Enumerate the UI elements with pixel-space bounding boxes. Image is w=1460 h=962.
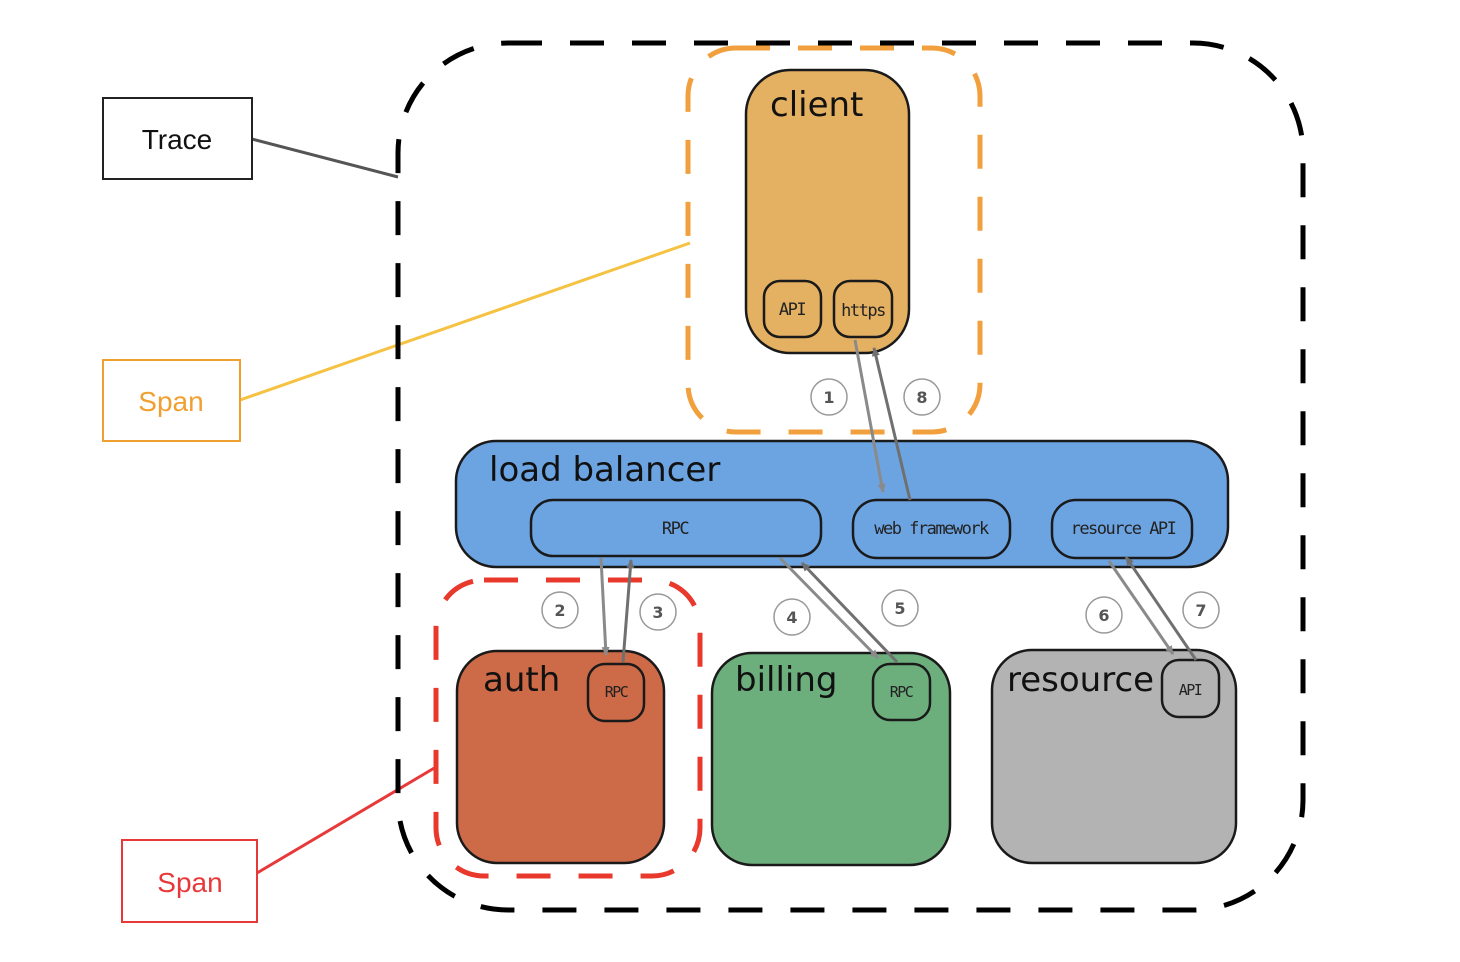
svg-text:4: 4 — [786, 608, 797, 627]
trace-connector-line — [251, 137, 399, 179]
lb-web-framework-label: web framework — [874, 519, 989, 539]
step-badge-8: 8 — [903, 378, 941, 416]
auth-span-connector-line — [256, 765, 437, 875]
svg-text:6: 6 — [1098, 606, 1109, 625]
step-badge-7: 7 — [1182, 591, 1220, 629]
client-service[interactable]: client API https — [744, 68, 911, 355]
client-span-legend-label: Span — [138, 386, 203, 417]
trace-legend: Trace — [102, 97, 253, 180]
svg-text:2: 2 — [554, 601, 565, 620]
client-https-label: https — [841, 301, 885, 321]
auth-span-legend: Span — [121, 839, 258, 923]
client-span-legend: Span — [102, 359, 241, 442]
billing-title: billing — [735, 660, 838, 700]
step-badge-1: 1 — [810, 378, 848, 416]
trace-diagram: client API https load balancer RPC web f… — [102, 40, 1306, 923]
auth-service[interactable]: auth RPC — [455, 649, 666, 865]
svg-text:3: 3 — [652, 603, 663, 622]
arrow-step-2 — [599, 557, 610, 656]
step-badge-3: 3 — [639, 593, 677, 631]
resource-service[interactable]: resource API — [990, 648, 1238, 865]
auth-rpc-label: RPC — [605, 683, 628, 701]
trace-legend-label: Trace — [142, 124, 213, 155]
client-title: client — [770, 85, 863, 125]
lb-rpc-label: RPC — [662, 519, 688, 539]
step-badge-2: 2 — [541, 591, 579, 629]
arrow-step-3 — [621, 559, 635, 663]
load-balancer-title: load balancer — [489, 450, 720, 490]
client-span-connector-line — [239, 241, 691, 402]
resource-title: resource — [1007, 660, 1154, 700]
step-badge-6: 6 — [1085, 596, 1123, 634]
auth-title: auth — [483, 660, 560, 700]
svg-text:1: 1 — [823, 388, 834, 407]
auth-span-legend-label: Span — [157, 867, 222, 898]
step-badge-4: 4 — [773, 598, 811, 636]
load-balancer-service[interactable]: load balancer RPC web framework resource… — [454, 439, 1230, 569]
svg-text:7: 7 — [1195, 601, 1206, 620]
billing-rpc-label: RPC — [890, 683, 913, 701]
lb-resource-api-label: resource API — [1071, 519, 1176, 539]
resource-api-label: API — [1179, 681, 1202, 699]
billing-service[interactable]: billing RPC — [710, 651, 952, 867]
client-api-label: API — [779, 300, 805, 320]
svg-text:8: 8 — [916, 388, 927, 407]
svg-text:5: 5 — [894, 599, 905, 618]
step-badge-5: 5 — [881, 589, 919, 627]
